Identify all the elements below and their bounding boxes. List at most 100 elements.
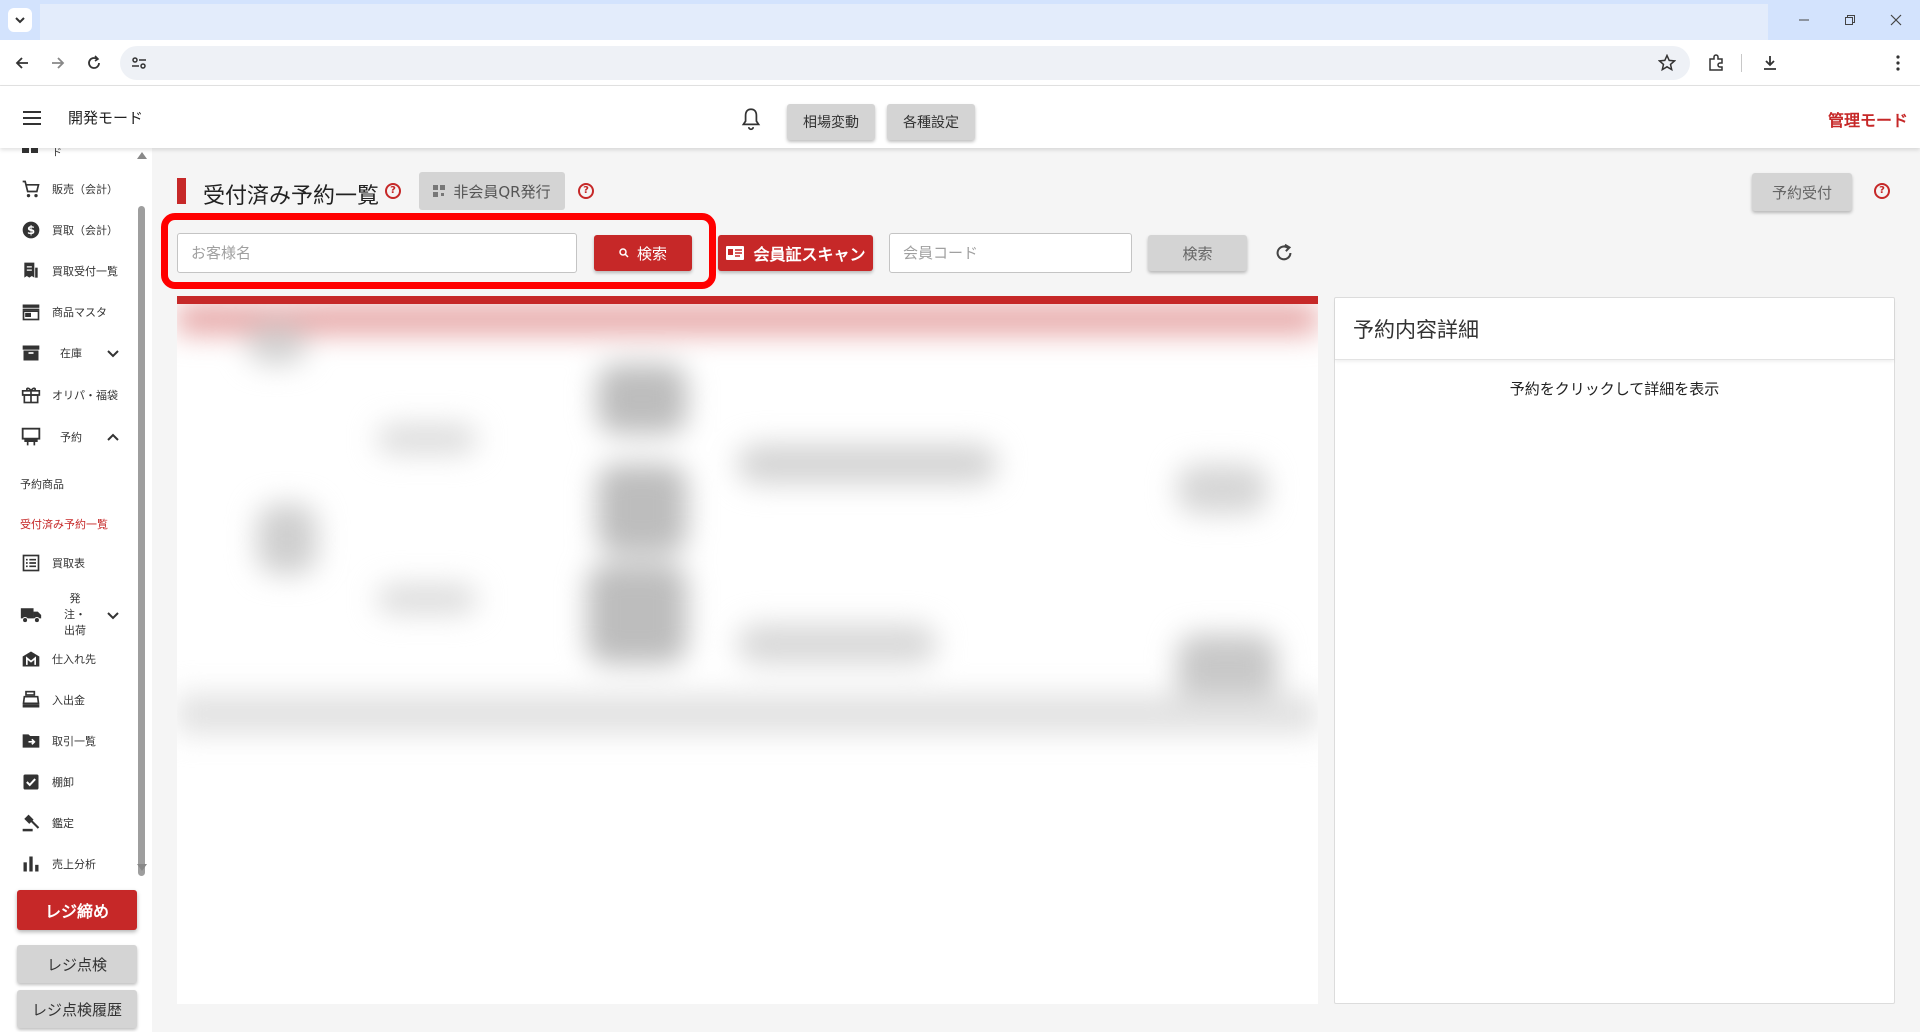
minimize-button[interactable] (1784, 6, 1824, 34)
sidebar-item-reservation[interactable]: 予約 (0, 420, 134, 454)
sidebar-item-oripa[interactable]: オリパ・福袋 (0, 378, 134, 412)
restore-button[interactable] (1830, 6, 1870, 34)
sidebar-item-label: 買取表 (52, 557, 85, 570)
settings-button[interactable]: 各種設定 (887, 104, 975, 140)
browser-tab[interactable] (40, 4, 1768, 40)
cart-icon (20, 178, 42, 200)
browser-toolbar (0, 40, 1920, 86)
list-icon (20, 552, 42, 574)
member-search-button[interactable]: 検索 (1148, 235, 1247, 271)
id-card-icon (726, 246, 745, 260)
check-history-button[interactable]: レジ点検履歴 (17, 990, 137, 1028)
chevron-up-icon (107, 433, 119, 441)
customer-name-input[interactable] (177, 233, 577, 273)
sidebar-item-cash[interactable]: 入出金 (0, 683, 134, 717)
sidebar-item-partial[interactable]: ド (20, 148, 62, 159)
sidebar-scrollbar-thumb[interactable] (138, 206, 145, 876)
extensions-button[interactable] (1702, 49, 1730, 77)
bar-chart-icon (20, 853, 42, 875)
sidebar-item-label: 予約 (60, 431, 82, 444)
page-title: 受付済み予約一覧 (203, 184, 380, 209)
forward-button[interactable] (44, 49, 72, 77)
refresh-icon[interactable] (1273, 242, 1295, 264)
sidebar-item-sales[interactable]: 販売（会計） (0, 172, 134, 206)
sidebar-item-stock[interactable]: 在庫 (0, 336, 134, 370)
site-settings-icon[interactable] (130, 54, 148, 72)
customer-search-label: 検索 (636, 244, 667, 263)
reload-button[interactable] (80, 49, 108, 77)
sidebar-item-supplier[interactable]: 仕入れ先 (0, 642, 134, 676)
qr-code-icon (433, 185, 446, 197)
puzzle-icon (1709, 54, 1723, 71)
minimize-icon (1799, 19, 1809, 21)
download-icon (1764, 56, 1776, 70)
back-button[interactable] (8, 49, 36, 77)
sidebar-subitem-reserve-list[interactable]: 受付済み予約一覧 (20, 516, 108, 532)
address-bar[interactable] (120, 46, 1690, 80)
chevron-down-icon (15, 17, 25, 24)
chevron-down-icon (107, 612, 119, 620)
sidebar-item-label: 仕入れ先 (52, 653, 96, 666)
sidebar-subitem-reserve-products[interactable]: 予約商品 (20, 476, 64, 492)
truck-icon (20, 604, 42, 626)
partial-icon (22, 148, 38, 153)
sidebar-item-appraisal[interactable]: 鑑定 (0, 806, 134, 840)
sidebar-item-label: 取引一覧 (52, 735, 96, 748)
browser-menu-button[interactable] (1884, 49, 1912, 77)
sidebar-item-inventory-count[interactable]: 棚卸 (0, 765, 134, 799)
sidebar-item-transactions[interactable]: 取引一覧 (0, 724, 134, 758)
app-header: 開発モード 相場変動 各種設定 管理モード (0, 86, 1920, 148)
tab-search-button[interactable] (8, 8, 32, 32)
search-icon (619, 248, 629, 258)
bell-icon[interactable] (738, 106, 764, 132)
archive-icon (20, 342, 42, 364)
reserve-accept-button[interactable]: 予約受付 (1752, 173, 1852, 211)
downloads-button[interactable] (1756, 49, 1784, 77)
sidebar-item-label: オリパ・福袋 (52, 389, 118, 402)
factory-icon (20, 648, 42, 670)
help-icon[interactable]: ? (1874, 183, 1890, 199)
customer-search-button[interactable]: 検索 (594, 235, 692, 271)
menu-icon[interactable] (20, 106, 44, 130)
sidebar-scroll-up[interactable] (137, 152, 147, 159)
close-register-button[interactable]: レジ締め (17, 890, 137, 930)
check-register-button[interactable]: レジ点検 (17, 945, 137, 983)
mode-title: 開発モード (68, 109, 144, 127)
arrow-right-icon (52, 57, 65, 69)
dollar-icon: $ (20, 219, 42, 241)
help-icon[interactable]: ? (578, 183, 594, 199)
reservation-list-panel[interactable] (177, 296, 1318, 1004)
gift-icon (20, 384, 42, 406)
member-code-input[interactable] (889, 233, 1132, 273)
market-change-button[interactable]: 相場変動 (787, 104, 875, 140)
receipt-icon (20, 260, 42, 282)
sidebar-item-label: 鑑定 (52, 817, 74, 830)
admin-mode-link[interactable]: 管理モード (1828, 107, 1908, 131)
sidebar-item-purchase-table[interactable]: 買取表 (0, 546, 134, 580)
reservation-list-blurred-content (177, 304, 1318, 774)
register-icon (20, 689, 42, 711)
restore-icon (1845, 15, 1855, 25)
title-accent-bar (177, 178, 186, 204)
member-card-scan-label: 会員証スキャン (753, 245, 866, 264)
sidebar-item-sales-analysis[interactable]: 売上分析 (0, 847, 134, 881)
reload-icon (88, 55, 100, 69)
member-card-scan-button[interactable]: 会員証スキャン (718, 235, 873, 271)
sidebar-item-purchase[interactable]: $ 買取（会計） (0, 213, 134, 247)
non-member-qr-button[interactable]: 非会員QR発行 (419, 172, 565, 210)
checkbox-icon (20, 771, 42, 793)
sidebar-item-order-ship[interactable]: 発注・ 出荷 (0, 592, 134, 637)
sidebar-item-product-master[interactable]: 商品マスタ (0, 295, 134, 329)
help-icon[interactable]: ? (385, 183, 401, 199)
gavel-icon (20, 812, 42, 834)
sidebar-item-label: 棚卸 (52, 776, 74, 789)
sidebar-scroll-down[interactable] (137, 864, 147, 871)
kiosk-icon (20, 426, 42, 448)
transfer-icon (20, 730, 42, 752)
bookmark-star-icon[interactable] (1658, 54, 1676, 72)
close-window-button[interactable] (1876, 6, 1916, 34)
sidebar-item-purchase-list[interactable]: 買取受付一覧 (0, 254, 134, 288)
sidebar-item-label: 商品マスタ (52, 306, 107, 319)
sidebar-item-label: 販売（会計） (52, 183, 118, 196)
sidebar: ド 販売（会計） $ 買取（会計） 買取受付一覧 商品マスタ 在庫 オリパ・福袋… (0, 148, 152, 1032)
